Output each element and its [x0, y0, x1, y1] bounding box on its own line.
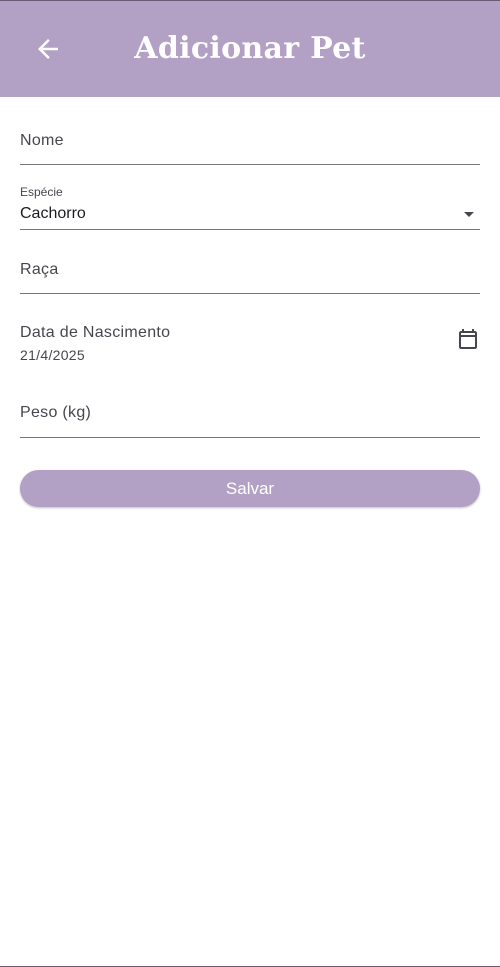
birth-date-field[interactable]: Data de Nascimento 21/4/2025 [20, 294, 480, 374]
birth-date-field-label: Data de Nascimento [20, 324, 171, 341]
weight-field-underline [20, 437, 480, 438]
calendar-icon [459, 329, 477, 349]
save-button[interactable]: Salvar [20, 470, 480, 507]
add-pet-screen: Adicionar Pet Nome Espécie Cachorro Raça… [0, 0, 500, 967]
page-title: Adicionar Pet [134, 31, 366, 66]
breed-field[interactable]: Raça [20, 230, 480, 294]
app-bar: Adicionar Pet [0, 1, 500, 97]
weight-field-label: Peso (kg) [20, 404, 92, 421]
weight-field[interactable]: Peso (kg) [20, 374, 480, 438]
dropdown-arrow-icon [464, 212, 474, 217]
name-field[interactable]: Nome [20, 97, 480, 165]
species-dropdown-label: Espécie [20, 185, 63, 199]
birth-date-field-value: 21/4/2025 [20, 347, 85, 363]
breed-field-label: Raça [20, 261, 59, 278]
calendar-button[interactable] [456, 327, 480, 351]
name-field-label: Nome [20, 132, 64, 149]
species-dropdown[interactable]: Espécie Cachorro [20, 165, 480, 230]
species-dropdown-value: Cachorro [20, 205, 86, 222]
